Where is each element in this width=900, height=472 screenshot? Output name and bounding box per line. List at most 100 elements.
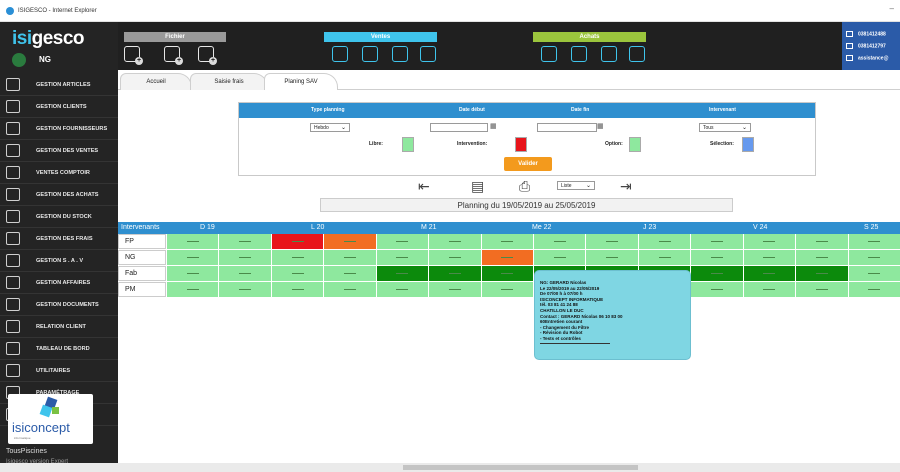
sidebar-item[interactable]: GESTION DU STOCK (0, 206, 118, 228)
planning-slot[interactable] (690, 250, 743, 265)
planning-slot[interactable] (742, 250, 796, 265)
sidebar-item[interactable]: GESTION AFFAIRES (0, 272, 118, 294)
planning-slot[interactable] (585, 250, 638, 265)
planning-slot[interactable] (690, 266, 743, 281)
sidebar-item[interactable]: GESTION S . A . V (0, 250, 118, 272)
sidebar-item[interactable]: GESTION DES FRAIS (0, 228, 118, 250)
planning-slot[interactable] (637, 234, 691, 249)
new-file-icon[interactable]: + (124, 46, 143, 65)
app-logo[interactable]: isigesco (12, 28, 85, 50)
planning-slot[interactable] (795, 282, 848, 297)
sales-invoice-icon[interactable] (420, 46, 436, 62)
contact-phone[interactable]: 0381412488 (846, 31, 886, 37)
sales-delivery-icon[interactable] (392, 46, 408, 62)
planning-slot[interactable] (742, 266, 796, 281)
date-debut-input[interactable] (430, 123, 488, 132)
planning-slot[interactable] (375, 266, 429, 281)
planning-slot[interactable] (585, 234, 638, 249)
purchase-order-icon[interactable] (571, 46, 587, 62)
sidebar-item[interactable]: GESTION CLIENTS (0, 96, 118, 118)
sidebar-item[interactable]: VENTES COMPTOIR (0, 162, 118, 184)
planning-slot[interactable] (795, 250, 848, 265)
planning-slot[interactable] (218, 282, 271, 297)
sidebar-item[interactable]: TABLEAU DE BORD (0, 338, 118, 360)
planning-slot[interactable] (847, 266, 900, 281)
intervenant-select[interactable]: Tous ⌄ (699, 123, 751, 132)
planning-slot[interactable] (742, 234, 796, 249)
planning-slot[interactable] (166, 266, 219, 281)
planning-slot[interactable] (637, 250, 691, 265)
planning-slot[interactable] (323, 234, 376, 249)
planning-slot[interactable] (533, 250, 586, 265)
planning-slot[interactable] (480, 250, 533, 265)
sidebar-item[interactable]: GESTION FOURNISSEURS (0, 118, 118, 140)
planning-slot[interactable] (270, 266, 324, 281)
purchase-quote-icon[interactable] (541, 46, 557, 62)
planning-slot[interactable] (375, 234, 429, 249)
planning-slot[interactable] (323, 282, 376, 297)
date-fin-input[interactable] (537, 123, 597, 132)
calendar-icon[interactable]: ▦ (597, 123, 606, 131)
planning-slot[interactable] (323, 250, 376, 265)
planning-slot[interactable] (847, 250, 900, 265)
sidebar-item[interactable]: GESTION DES ACHATS (0, 184, 118, 206)
planning-slot[interactable] (480, 282, 533, 297)
new-document-icon[interactable]: + (164, 46, 183, 65)
planning-slot[interactable] (690, 282, 743, 297)
sales-order-icon[interactable] (362, 46, 378, 62)
sales-quote-icon[interactable] (332, 46, 348, 62)
planning-slot[interactable] (166, 282, 219, 297)
row-intervenant-name[interactable]: PM (118, 282, 166, 297)
planning-slot[interactable] (428, 250, 481, 265)
last-page-icon[interactable]: ⇥ (620, 178, 632, 195)
planning-slot[interactable] (847, 282, 900, 297)
planning-slot[interactable] (533, 234, 586, 249)
tab-saisie-frais[interactable]: Saisie frais (190, 73, 268, 90)
row-intervenant-name[interactable]: FP (118, 234, 166, 249)
planning-slot[interactable] (270, 250, 324, 265)
sidebar-item[interactable]: GESTION DES VENTES (0, 140, 118, 162)
purchase-invoice-icon[interactable] (629, 46, 645, 62)
planning-slot[interactable] (428, 266, 481, 281)
planning-slot[interactable] (795, 266, 848, 281)
planning-slot[interactable] (480, 234, 533, 249)
calendar-icon[interactable]: ▦ (490, 123, 499, 131)
document-icon[interactable]: ▤ (471, 178, 484, 195)
first-page-icon[interactable]: ⇤ (418, 178, 430, 195)
sidebar-item[interactable]: GESTION DOCUMENTS (0, 294, 118, 316)
planning-slot[interactable] (428, 234, 481, 249)
type-planning-select[interactable]: Hebdo ⌄ (310, 123, 350, 132)
new-record-icon[interactable]: + (198, 46, 217, 65)
valider-button[interactable]: Valider (504, 157, 552, 171)
sidebar-item[interactable]: RELATION CLIENT (0, 316, 118, 338)
minimize-icon[interactable]: – (890, 4, 894, 13)
planning-slot[interactable] (690, 234, 743, 249)
contact-fax[interactable]: 0381412797 (846, 43, 886, 49)
planning-slot[interactable] (375, 282, 429, 297)
planning-slot[interactable] (428, 282, 481, 297)
scrollbar-thumb[interactable] (403, 465, 638, 470)
purchase-delivery-icon[interactable] (601, 46, 617, 62)
tab-accueil[interactable]: Accueil (120, 73, 192, 90)
planning-slot[interactable] (218, 266, 271, 281)
planning-slot[interactable] (323, 266, 376, 281)
row-intervenant-name[interactable]: NG (118, 250, 166, 265)
tab-planing-sav[interactable]: Planing SAV (264, 73, 338, 90)
sidebar-item[interactable]: GESTION ARTICLES (0, 74, 118, 96)
planning-slot[interactable] (795, 234, 848, 249)
planning-slot[interactable] (270, 282, 324, 297)
contact-email[interactable]: assistance@ (846, 55, 888, 61)
view-select[interactable]: Liste ⌄ (557, 181, 595, 190)
planning-slot[interactable] (218, 250, 271, 265)
planning-slot[interactable] (166, 250, 219, 265)
row-intervenant-name[interactable]: Fab (118, 266, 166, 281)
planning-slot[interactable] (218, 234, 271, 249)
planning-slot[interactable] (847, 234, 900, 249)
planning-slot[interactable] (270, 234, 324, 249)
planning-slot[interactable] (375, 250, 429, 265)
planning-slot[interactable] (742, 282, 796, 297)
user-avatar[interactable] (12, 53, 26, 67)
planning-slot[interactable] (480, 266, 533, 281)
print-icon[interactable]: ⎙ (519, 178, 530, 195)
planning-slot[interactable] (166, 234, 219, 249)
